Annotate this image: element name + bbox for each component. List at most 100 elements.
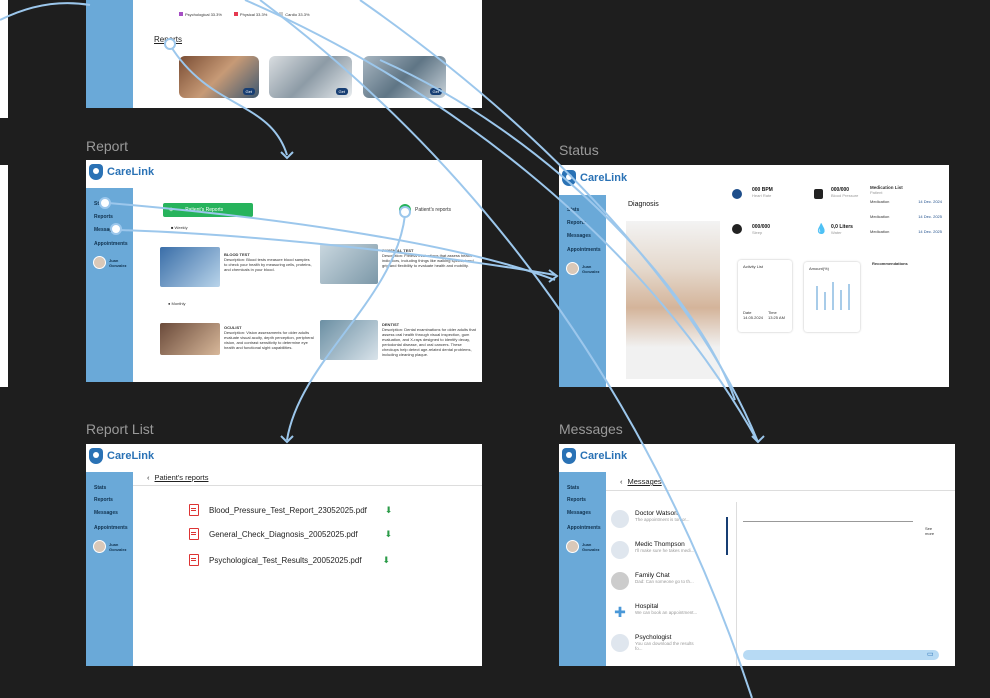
sidebar xyxy=(86,0,133,108)
get-button[interactable]: Get xyxy=(335,88,348,95)
oculist-image xyxy=(160,323,220,355)
patient-reports-button[interactable]: ⊕ Patient's Reports xyxy=(163,203,253,217)
user-profile[interactable]: Juan Gonzalez xyxy=(93,256,127,269)
amount-title: Amount(%) xyxy=(809,266,830,271)
water-icon: 💧 xyxy=(815,224,828,235)
list-item[interactable]: Doctor Watson The appointment is tomor... xyxy=(611,510,700,528)
nav-stats[interactable]: Stats xyxy=(567,207,579,213)
file-item[interactable]: Psychological_Test_Results_20052025.pdf ⬇ xyxy=(189,554,390,566)
title-divider xyxy=(133,485,482,486)
nav-reports[interactable]: Reports xyxy=(567,220,586,226)
nav-stats[interactable]: Stats xyxy=(94,485,106,491)
get-button[interactable]: Get xyxy=(242,88,255,95)
download-icon[interactable]: ⬇ xyxy=(385,529,393,540)
nav-reports[interactable]: Reports xyxy=(567,497,586,503)
top-frame: Psychological 33.3% Physical 33.3% Cardi… xyxy=(86,0,482,108)
avatar xyxy=(93,256,106,269)
medication-list: Medication List Patient Medication 14 Dec… xyxy=(870,185,942,234)
frame-label-messages: Messages xyxy=(559,421,623,437)
brand-logo: CareLink xyxy=(89,164,154,180)
partial-frame-left-top xyxy=(0,0,8,118)
nav-reports[interactable]: Reports xyxy=(94,497,113,503)
blood-test-image xyxy=(160,247,220,287)
nav-appointments[interactable]: Appointments xyxy=(567,525,601,531)
diagnosis-title: Diagnosis xyxy=(628,201,659,208)
avatar xyxy=(93,540,106,553)
report-thumb-3[interactable]: Get xyxy=(363,56,446,98)
chart-bar xyxy=(840,290,842,310)
medication-item[interactable]: Medication 14 Dec. 2024 xyxy=(870,199,942,204)
list-scrollbar[interactable] xyxy=(726,517,728,555)
nav-stats[interactable]: Stats xyxy=(94,201,106,207)
carelink-logo-icon xyxy=(562,170,576,186)
chart-legend: Psychological 33.3% Physical 33.3% Cardi… xyxy=(179,12,310,17)
activity-card: Activity List Date 14.05.2024 Time 13:25 A… xyxy=(738,260,792,332)
monthly-filter[interactable]: ● Monthly xyxy=(168,301,186,306)
list-item[interactable]: Family Chat Dad: Can someone go to th... xyxy=(611,572,700,590)
list-item[interactable]: Medic Thompson I'll make sure he takes me… xyxy=(611,541,700,559)
see-more-link[interactable]: See more xyxy=(925,526,939,536)
message-input[interactable] xyxy=(743,650,939,660)
download-icon[interactable]: ⬇ xyxy=(383,555,391,566)
get-button[interactable]: Get xyxy=(429,88,442,95)
physical-test-card[interactable]: PHYSICAL TEST Description: Fitness evalua… xyxy=(382,248,476,268)
report-thumb-2[interactable]: Get xyxy=(269,56,352,98)
user-profile[interactable]: Juan Gonzalez xyxy=(566,262,600,275)
report-thumb-1[interactable]: Get xyxy=(179,56,259,98)
recommendations: Recommendations xyxy=(872,261,908,266)
nav-messages[interactable]: Messages xyxy=(567,233,591,239)
chevron-left-icon: ‹ xyxy=(620,477,623,486)
file-item[interactable]: Blood_Pressure_Test_Report_23052025.pdf ⬇ xyxy=(189,504,392,516)
amount-chart: Amount(%) xyxy=(804,262,860,332)
back-button[interactable]: ‹ Messages xyxy=(620,477,662,486)
pdf-icon xyxy=(189,554,199,566)
list-item[interactable]: Psychologist You can download the results… xyxy=(611,634,700,652)
nav-messages[interactable]: Messages xyxy=(94,510,118,516)
medication-item[interactable]: Medication 14 Dec. 2025 xyxy=(870,229,942,234)
group-icon xyxy=(611,572,629,590)
oculist-card[interactable]: OCULIST Description: Vision assessments f… xyxy=(224,325,316,350)
user-profile[interactable]: Juan Gonzalez xyxy=(566,540,600,553)
back-button[interactable]: ‹ Patient's reports xyxy=(147,473,208,482)
sleep-icon xyxy=(732,224,742,234)
nav-appointments[interactable]: Appointments xyxy=(94,525,128,531)
user-profile[interactable]: Juan Gonzalez xyxy=(93,540,127,553)
brand-logo: CareLink xyxy=(562,170,627,186)
pdf-icon xyxy=(189,528,199,540)
list-item[interactable]: ✚ Hospital We can book an appointment... xyxy=(611,603,700,621)
file-item[interactable]: General_Check_Diagnosis_20052025.pdf ⬇ xyxy=(189,528,392,540)
carelink-logo-icon xyxy=(89,164,103,180)
send-icon[interactable]: ▭ xyxy=(927,650,934,658)
heart-rate: 000 BPM Heart Rate xyxy=(752,187,773,198)
brand-logo: CareLink xyxy=(89,448,154,464)
avatar xyxy=(566,262,579,275)
time-label: Time 13:25 AM xyxy=(768,310,785,320)
frame-label-report: Report xyxy=(86,138,129,154)
medication-item[interactable]: Medication 14 Dec. 2025 xyxy=(870,214,942,219)
dentist-image xyxy=(320,320,378,360)
pdf-icon xyxy=(189,504,199,516)
nav-stats[interactable]: Stats xyxy=(567,485,579,491)
legend-psychological: Psychological 33.3% xyxy=(179,12,222,17)
blood-pressure: 000/000 Blood Pressure xyxy=(831,187,859,198)
blood-test-card[interactable]: BLOOD TEST Description: Blood tests measu… xyxy=(224,252,314,272)
patient-reports-radio[interactable]: Patient's reports xyxy=(399,204,451,216)
weekly-filter[interactable]: ■ Weekly xyxy=(171,225,188,230)
reports-heading: Reports xyxy=(154,35,183,44)
nav-messages[interactable]: Messages xyxy=(567,510,591,516)
physical-test-image xyxy=(320,244,378,284)
carelink-logo-icon xyxy=(562,448,576,464)
nav-appointments[interactable]: Appointments xyxy=(567,247,601,253)
avatar xyxy=(566,540,579,553)
dentist-card[interactable]: DENTIST Description: Dental examinations … xyxy=(382,322,476,357)
legend-cardio: Cardio 33.3% xyxy=(279,12,310,17)
sleep: 000/000 Sleep xyxy=(752,224,771,235)
download-icon[interactable]: ⬇ xyxy=(385,505,393,516)
radio-icon xyxy=(399,204,411,216)
avatar xyxy=(611,541,629,559)
nav-messages[interactable]: Messages xyxy=(94,227,118,233)
water: 0,0 Liters Water xyxy=(831,224,853,235)
chart-bar xyxy=(832,282,834,310)
nav-reports[interactable]: Reports xyxy=(94,214,113,220)
nav-appointments[interactable]: Appointments xyxy=(94,241,128,247)
